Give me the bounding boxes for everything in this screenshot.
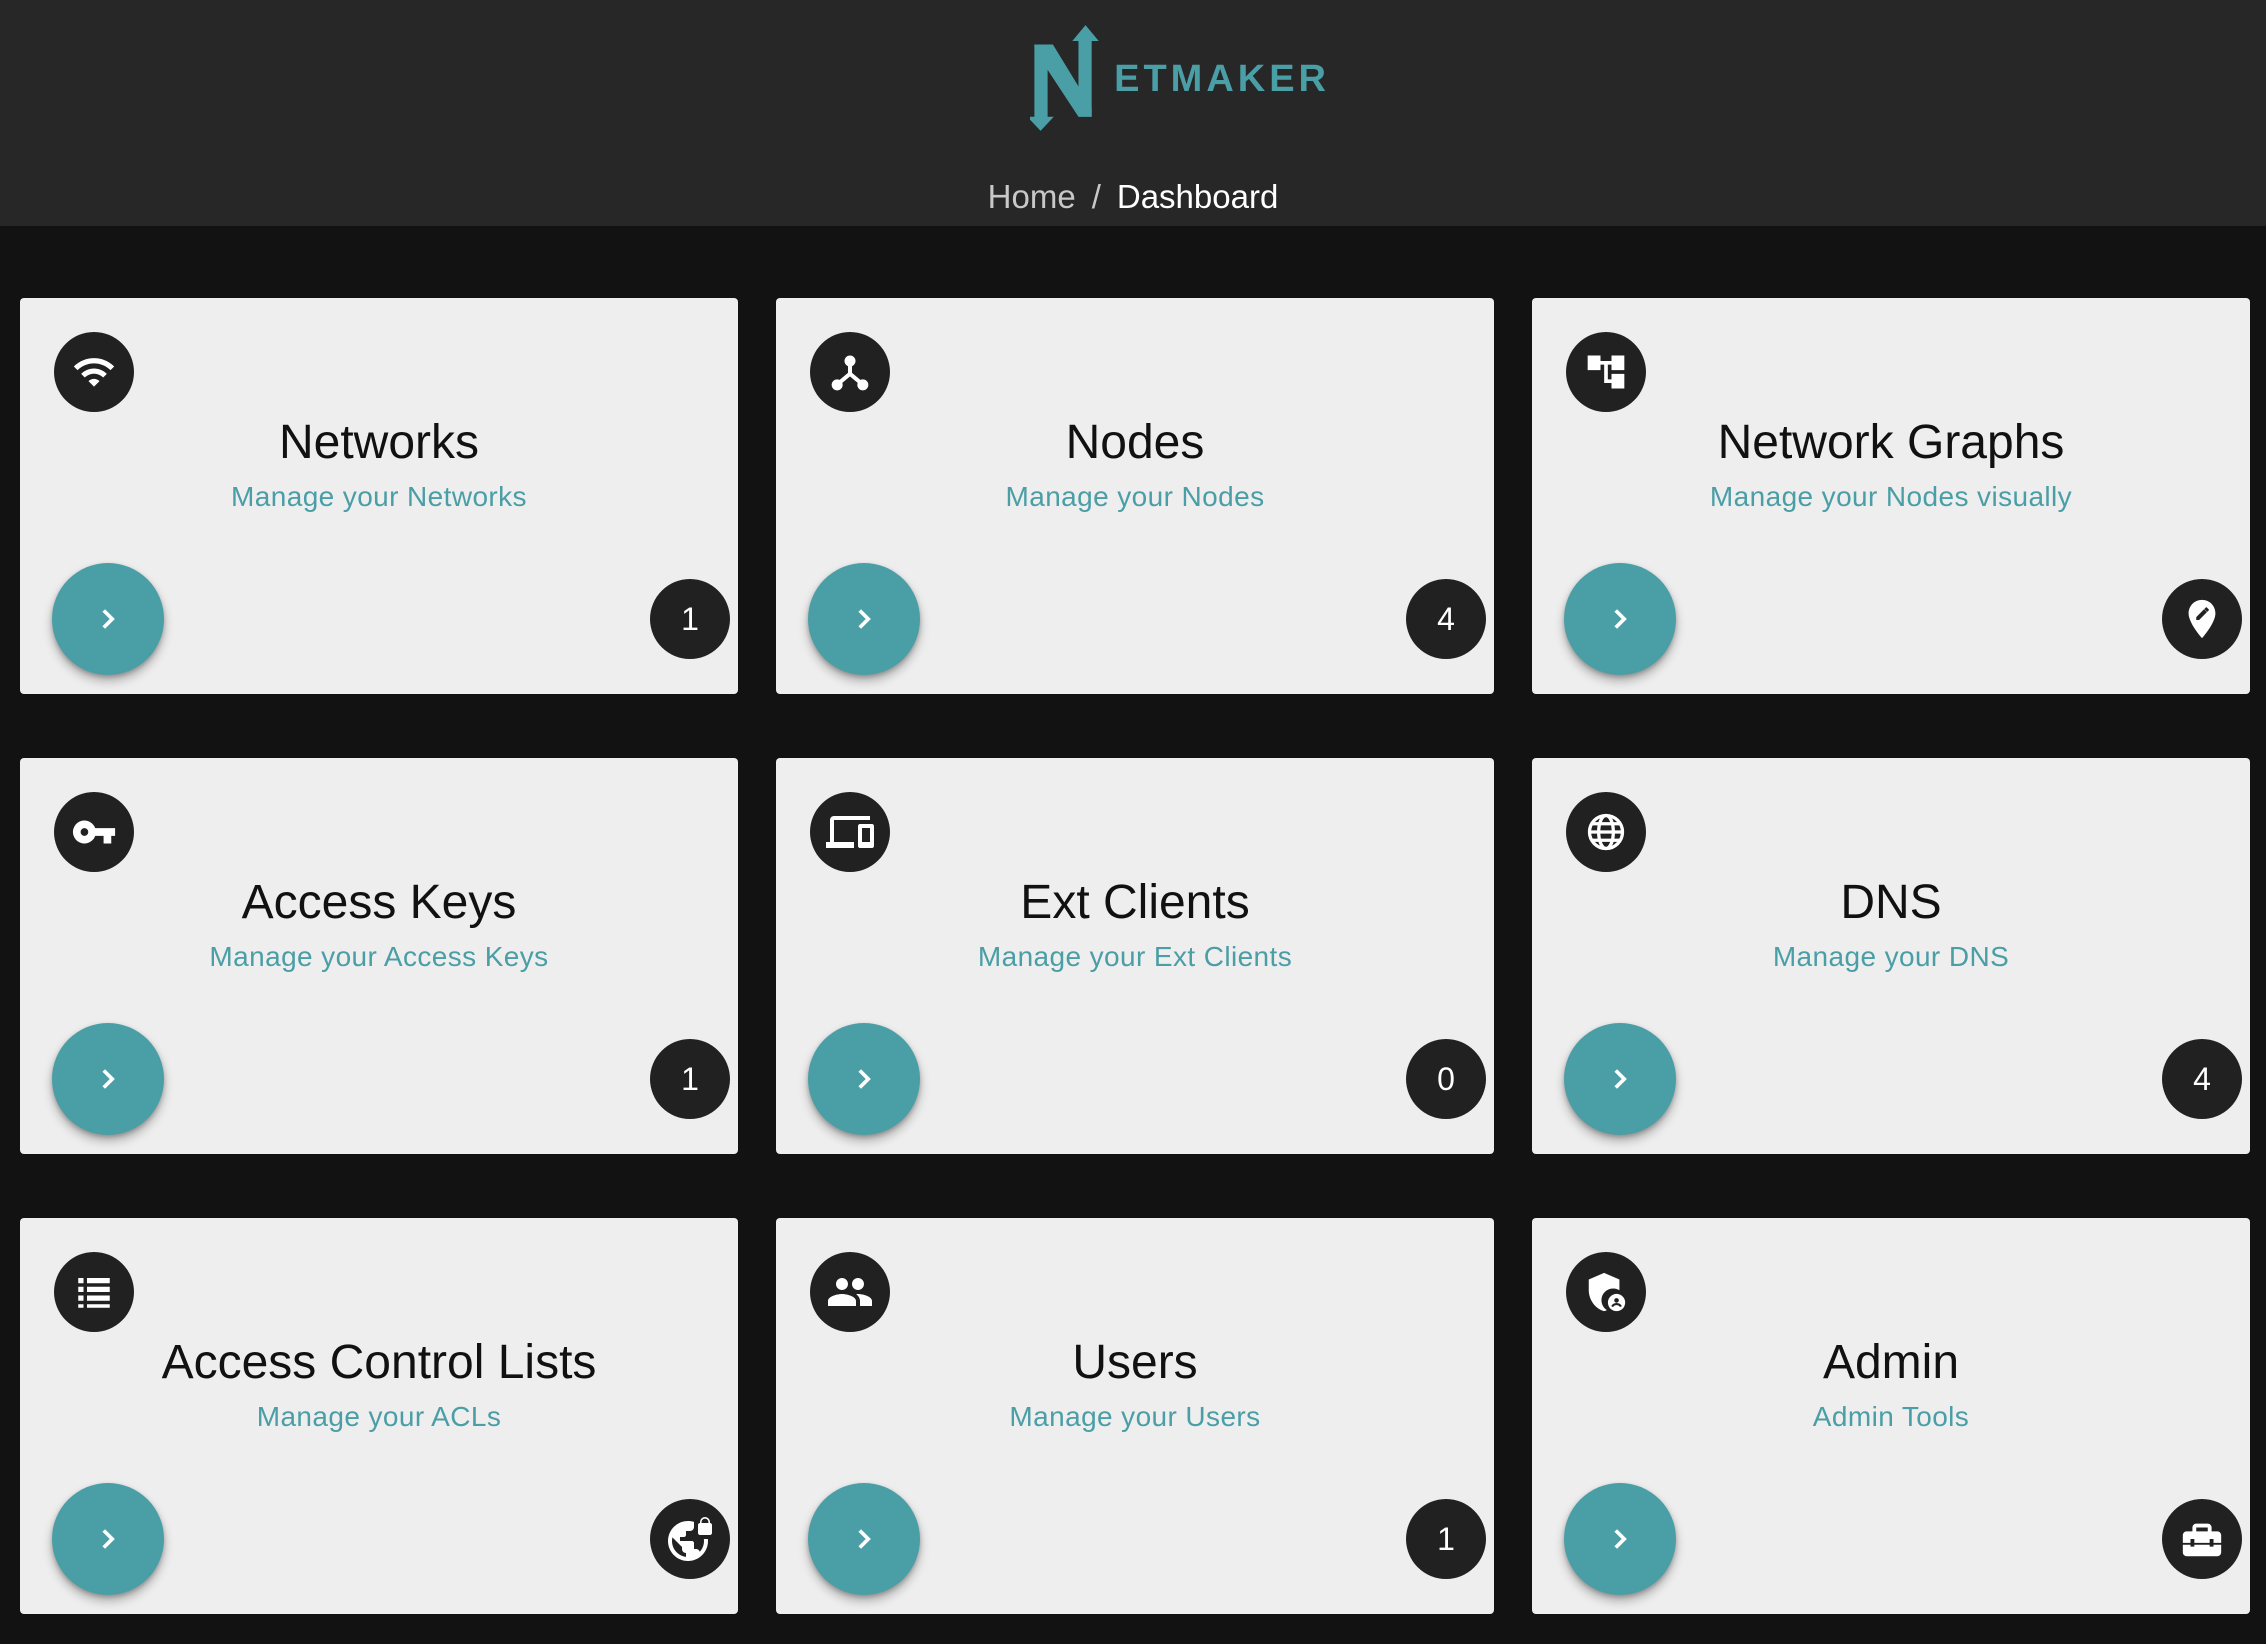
open-acls-button[interactable] (52, 1483, 164, 1595)
globe-icon (1566, 792, 1646, 872)
logo-n-icon (1030, 25, 1099, 131)
edit-location-icon (2162, 579, 2242, 659)
card-users: Users Manage your Users 1 (776, 1218, 1494, 1614)
vpn-lock-icon (650, 1499, 730, 1579)
netmaker-logo[interactable]: ETMAKER (1030, 12, 1330, 144)
card-dns: DNS Manage your DNS 4 (1532, 758, 2250, 1154)
breadcrumb-separator: / (1091, 178, 1101, 215)
card-title: Users (1072, 1336, 1198, 1389)
card-subtitle: Manage your Users (1009, 1401, 1261, 1432)
open-ext-clients-button[interactable] (808, 1023, 920, 1135)
card-title: Networks (278, 416, 480, 469)
card-subtitle: Manage your ACLs (256, 1401, 502, 1432)
open-network-graphs-button[interactable] (1564, 563, 1676, 675)
card-subtitle: Manage your Nodes (1005, 481, 1265, 512)
card-title: Admin (1822, 1336, 1960, 1389)
card-title: Access Keys (241, 876, 517, 929)
admin-shield-icon (1566, 1252, 1646, 1332)
chevron-right-icon (858, 1069, 871, 1089)
card-subtitle: Admin Tools (1812, 1401, 1970, 1432)
card-admin: Admin Admin Tools (1532, 1218, 2250, 1614)
chevron-right-icon (102, 1069, 115, 1089)
card-title: Ext Clients (1020, 876, 1250, 929)
toolbox-icon (2162, 1499, 2242, 1579)
card-title: DNS (1840, 876, 1942, 929)
group-icon (810, 1252, 890, 1332)
account-tree-icon (1566, 332, 1646, 412)
card-access-keys: Access Keys Manage your Access Keys 1 (20, 758, 738, 1154)
open-nodes-button[interactable] (808, 563, 920, 675)
card-title: Access Control Lists (161, 1336, 597, 1389)
card-subtitle: Manage your Nodes visually (1709, 481, 2073, 512)
count-badge: 0 (1406, 1039, 1486, 1119)
breadcrumb: Home / Dashboard (0, 178, 2266, 216)
card-access-control-lists: Access Control Lists Manage your ACLs (20, 1218, 738, 1614)
card-subtitle: Manage your DNS (1772, 941, 2010, 972)
card-title: Network Graphs (1717, 416, 2065, 469)
open-admin-button[interactable] (1564, 1483, 1676, 1595)
card-subtitle: Manage your Networks (231, 481, 527, 512)
card-networks: Networks Manage your Networks 1 (20, 298, 738, 694)
list-icon (54, 1252, 134, 1332)
count-badge: 4 (1406, 579, 1486, 659)
chevron-right-icon (858, 609, 871, 629)
devices-icon (810, 792, 890, 872)
card-network-graphs: Network Graphs Manage your Nodes visuall… (1532, 298, 2250, 694)
chevron-right-icon (1614, 1069, 1627, 1089)
chevron-right-icon (858, 1529, 871, 1549)
count-badge: 1 (1406, 1499, 1486, 1579)
key-icon (54, 792, 134, 872)
nodes-icon (810, 332, 890, 412)
open-networks-button[interactable] (52, 563, 164, 675)
wifi-icon (54, 332, 134, 412)
logo-text: ETMAKER (1114, 57, 1330, 100)
breadcrumb-current: Dashboard (1116, 178, 1279, 215)
chevron-right-icon (1614, 609, 1627, 629)
card-ext-clients: Ext Clients Manage your Ext Clients 0 (776, 758, 1494, 1154)
open-access-keys-button[interactable] (52, 1023, 164, 1135)
open-dns-button[interactable] (1564, 1023, 1676, 1135)
card-subtitle: Manage your Access Keys (209, 941, 549, 972)
card-title: Nodes (1065, 416, 1205, 469)
count-badge: 1 (650, 1039, 730, 1119)
count-badge: 4 (2162, 1039, 2242, 1119)
chevron-right-icon (1614, 1529, 1627, 1549)
count-badge: 1 (650, 579, 730, 659)
chevron-right-icon (102, 609, 115, 629)
app-header: ETMAKER Home / Dashboard (0, 0, 2266, 226)
breadcrumb-home-link[interactable]: Home (988, 178, 1076, 215)
open-users-button[interactable] (808, 1483, 920, 1595)
chevron-right-icon (102, 1529, 115, 1549)
card-nodes: Nodes Manage your Nodes 4 (776, 298, 1494, 694)
card-subtitle: Manage your Ext Clients (977, 941, 1293, 972)
